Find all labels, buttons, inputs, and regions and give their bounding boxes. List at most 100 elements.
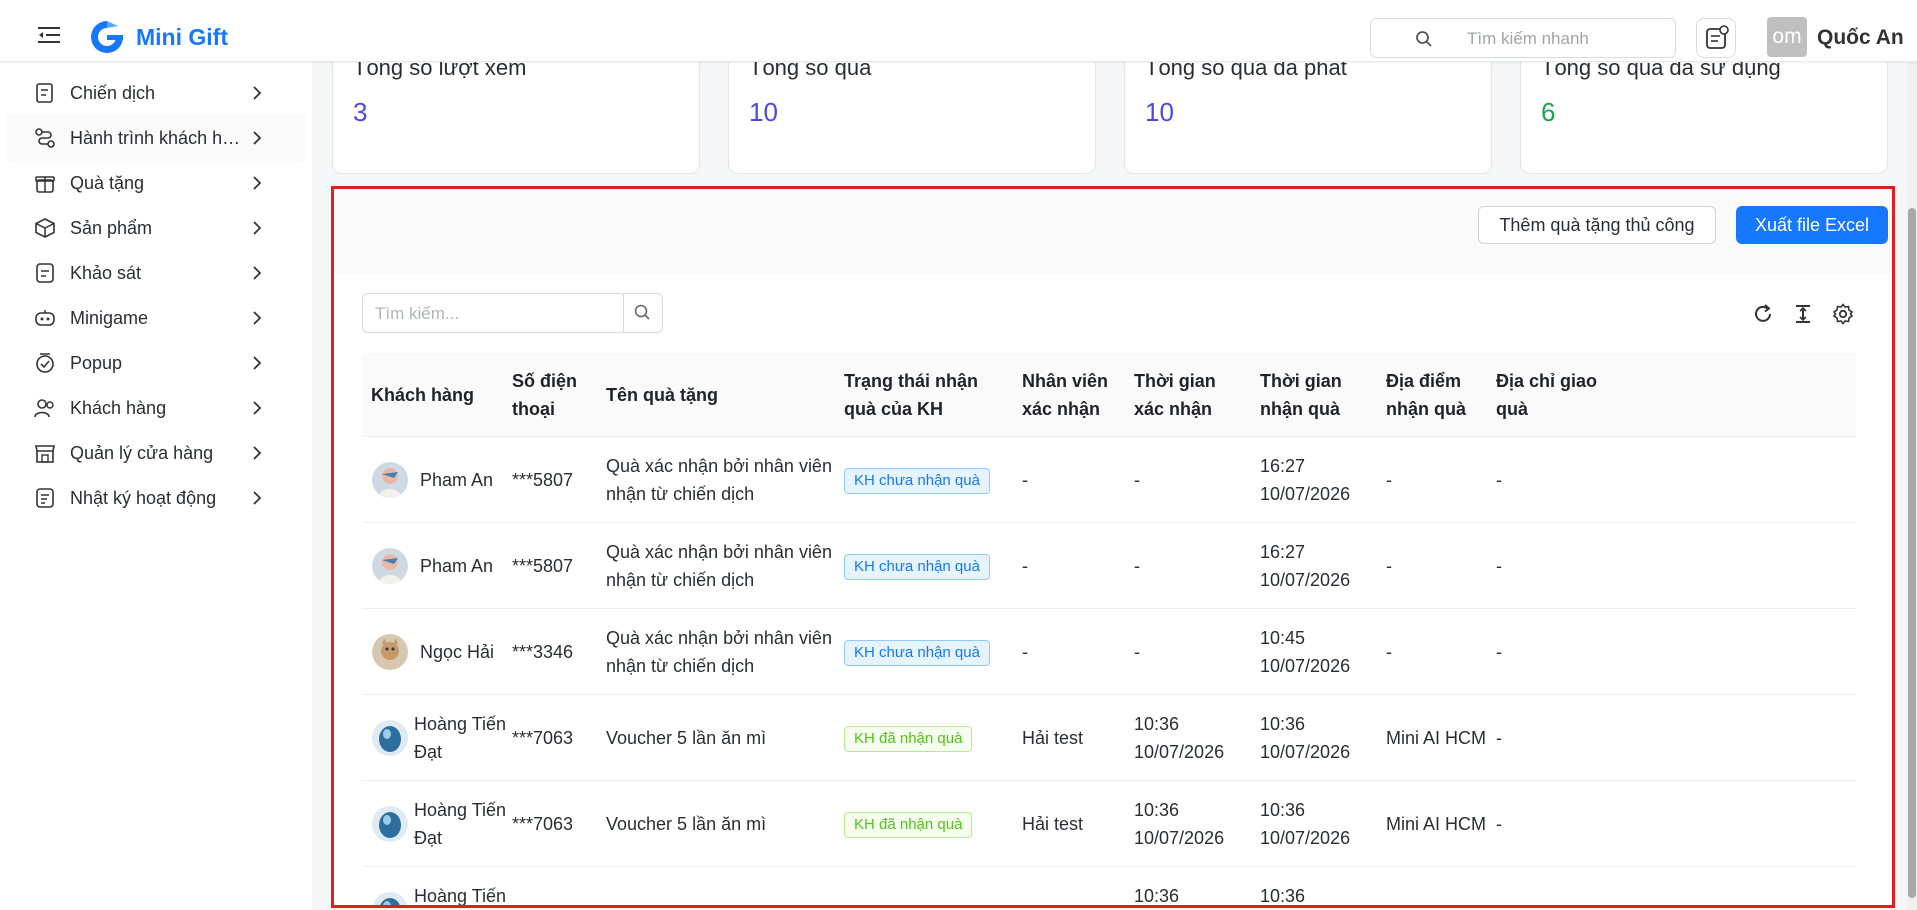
notification-button[interactable] (1696, 18, 1736, 58)
column-header-receive-time[interactable]: Thời gian nhận quà (1260, 367, 1364, 423)
customer-avatar (372, 462, 408, 498)
activity-log-icon (36, 488, 54, 508)
sidebar: Chiến dịch Hành trình khách hàng Quà tặn… (0, 62, 312, 910)
settings-gear-icon[interactable] (1832, 303, 1854, 325)
gift-icon (35, 176, 55, 193)
user-name[interactable]: Quốc An (1817, 26, 1904, 50)
table-row[interactable]: Pham An ***5807 Quà xác nhận bởi nhân vi… (362, 523, 1856, 609)
table-search-input[interactable] (375, 302, 605, 326)
chevron-right-icon (253, 401, 262, 415)
journey-icon (35, 128, 55, 148)
receive-location: - (1386, 642, 1392, 662)
confirm-time: - (1134, 642, 1140, 662)
stat-card-gifts-issued: Tổng số quà đã phát 10 (1124, 48, 1492, 174)
sidebar-item-products[interactable]: Sản phẩm (6, 204, 306, 252)
gift-name: Voucher 5 lần ăn mì (606, 814, 767, 834)
sidebar-item-label: Minigame (70, 308, 149, 328)
sidebar-item-popup[interactable]: Popup (6, 339, 306, 387)
popup-icon (36, 353, 54, 373)
delivery-address: - (1496, 556, 1502, 576)
gift-name: Quà xác nhận bởi nhân viên nhận từ chiến… (606, 542, 832, 590)
sidebar-item-customer-journey[interactable]: Hành trình khách hàng (6, 114, 306, 162)
column-header-confirm-staff[interactable]: Nhân viên xác nhận (1022, 367, 1126, 423)
phone-number: ***3346 (512, 642, 574, 662)
customer-avatar (372, 720, 408, 756)
chevron-right-icon (253, 266, 262, 280)
customer-name: Ngọc Hải (420, 642, 495, 662)
delivery-address: - (1496, 642, 1502, 662)
confirm-staff: Hải test (1022, 728, 1084, 748)
table-row[interactable]: Hoàng Tiến Đạt ***7063 Voucher 5 lần ăn … (362, 695, 1856, 781)
sidebar-item-customers[interactable]: Khách hàng (6, 384, 306, 432)
column-header-customer[interactable]: Khách hàng (371, 381, 474, 409)
confirm-staff: - (1022, 642, 1028, 662)
table-search-button[interactable] (623, 293, 663, 333)
page-scrollbar[interactable] (1907, 62, 1917, 910)
stat-value: 3 (353, 97, 368, 127)
add-manual-gift-button[interactable]: Thêm quà tặng thủ công (1478, 206, 1716, 244)
phone-number: ***7063 (512, 814, 574, 834)
reload-icon[interactable] (1752, 303, 1774, 325)
column-header-gift-name[interactable]: Tên quà tặng (606, 381, 718, 409)
customer-avatar (372, 806, 408, 842)
status-badge: KH chưa nhận quà (844, 640, 990, 666)
scrollbar-thumb[interactable] (1908, 208, 1916, 898)
receive-time: 10:36 10/07/2026 (1260, 800, 1351, 848)
gift-list-panel: Thêm quà tặng thủ công Xuất file Excel T… (334, 189, 1892, 908)
quick-search-box[interactable] (1370, 18, 1676, 58)
customer-name: Hoàng Tiến (414, 886, 507, 906)
table-row[interactable]: Hoàng Tiến Đạt ***7063 Voucher 5 lần ăn … (362, 781, 1856, 867)
search-icon (634, 304, 650, 320)
column-height-icon[interactable] (1792, 303, 1814, 325)
sidebar-item-gifts[interactable]: Quà tặng (6, 159, 306, 207)
chevron-right-icon (253, 311, 262, 325)
chevron-right-icon (253, 176, 262, 190)
table-row[interactable]: Ngọc Hải ***3346 Quà xác nhận bởi nhân v… (362, 609, 1856, 695)
confirm-time: 10:36 10/07/2026 (1134, 800, 1225, 848)
table-row[interactable]: Pham An ***5807 Quà xác nhận bởi nhân vi… (362, 437, 1856, 523)
receive-time: 10:36 10/07/2026 (1260, 714, 1351, 762)
phone-number: ***5807 (512, 470, 574, 490)
column-header-phone[interactable]: Số điện thoại (512, 367, 592, 423)
status-badge: KH chưa nhận quà (844, 468, 990, 494)
receive-time: 10:45 10/07/2026 (1260, 628, 1351, 676)
customer-name: Hoàng Tiến Đạt (414, 800, 507, 848)
sidebar-item-activity-log[interactable]: Nhật ký hoạt động (6, 474, 306, 522)
sidebar-item-label: Quản lý cửa hàng (70, 443, 214, 463)
notification-icon (1706, 25, 1729, 49)
delivery-address: - (1496, 814, 1502, 834)
chevron-right-icon (253, 221, 262, 235)
sidebar-item-store-management[interactable]: Quản lý cửa hàng (6, 429, 306, 477)
column-header-delivery-address[interactable]: Địa chỉ giao quà (1496, 367, 1600, 423)
status-badge: KH đã nhận quà (844, 812, 973, 838)
column-header-location[interactable]: Địa điểm nhận quà (1386, 367, 1482, 423)
sidebar-item-label: Chiến dịch (70, 83, 156, 103)
chevron-right-icon (253, 491, 262, 505)
sidebar-item-minigame[interactable]: Minigame (6, 294, 306, 342)
table-row[interactable]: Hoàng Tiến 10:36 10:36 (362, 867, 1856, 908)
user-avatar[interactable]: om (1767, 17, 1807, 57)
chevron-right-icon (253, 131, 262, 145)
stat-value: 6 (1541, 97, 1556, 127)
sidebar-item-label: Hành trình khách hàng (70, 128, 250, 148)
receive-time: 10:36 (1260, 886, 1306, 906)
sidebar-item-surveys[interactable]: Khảo sát (6, 249, 306, 297)
confirm-time: 10:36 10/07/2026 (1134, 714, 1225, 762)
gift-name: Quà xác nhận bởi nhân viên nhận từ chiến… (606, 456, 832, 504)
store-icon (35, 445, 55, 463)
table-header: Khách hàng Số điện thoại Tên quà tặng Tr… (362, 353, 1856, 437)
customer-avatar (372, 892, 408, 908)
customers-icon (34, 399, 54, 418)
sidebar-item-campaigns[interactable]: Chiến dịch (6, 69, 306, 117)
table-search-box[interactable] (362, 293, 626, 333)
quick-search-input[interactable] (1467, 27, 1663, 51)
export-excel-button[interactable]: Xuất file Excel (1736, 206, 1888, 244)
app-logo-text[interactable]: Mini Gift (136, 24, 228, 51)
mini-gift-logo-icon (91, 21, 123, 53)
chevron-right-icon (253, 446, 262, 460)
top-header: Mini Gift om Quốc An (0, 0, 1917, 62)
column-header-confirm-time[interactable]: Thời gian xác nhận (1134, 367, 1238, 423)
confirm-staff: - (1022, 556, 1028, 576)
column-header-receive-status[interactable]: Trạng thái nhận quà của KH (844, 367, 1012, 423)
menu-collapse-icon[interactable] (38, 26, 60, 44)
